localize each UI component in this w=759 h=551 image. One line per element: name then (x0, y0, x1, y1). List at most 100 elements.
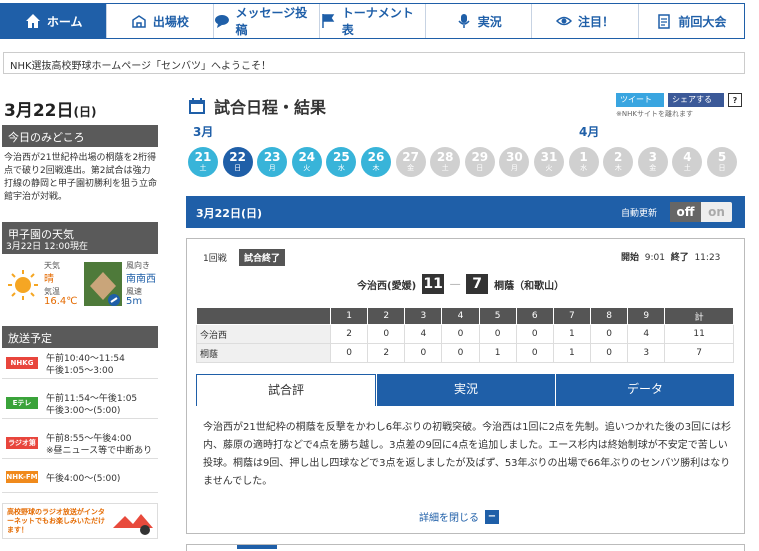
time-line: 午後4:00～(5:00) (46, 474, 121, 484)
broadcast-time: 午後4:00～(5:00) (46, 473, 120, 485)
nav-label: 注目！ (578, 14, 615, 29)
today-date: 3月22日(日) (4, 96, 96, 121)
tab-review[interactable]: 試合評 (196, 374, 376, 406)
nav-label: 出場校 (152, 14, 189, 29)
date-day-10[interactable]: 31 火 (534, 147, 564, 177)
day-number: 27 (402, 150, 419, 164)
weather-panel: 天気 晴 気温 16.4℃ 風向き 南南西 風速 5m (2, 256, 158, 316)
score-cell: 1 (552, 343, 591, 363)
nav-tournament[interactable]: トーナメント表 (318, 4, 425, 38)
column-header: 2 (367, 307, 406, 325)
time-line: 午後3:00～(5:00) (46, 406, 121, 416)
game-card: 1回戦 試合終了 開始 9:01 終了 11:23 今治西(愛媛) 11 ― 7… (186, 238, 745, 534)
midokoro-heading: 今日のみどころ (2, 125, 158, 147)
day-number: 3 (648, 150, 657, 164)
day-number: 23 (263, 150, 281, 164)
tab-live[interactable]: 実況 (376, 374, 555, 406)
broadcast-row[interactable]: NHKG 午前10:40～11:54 午後1:05～3:00 (2, 351, 158, 379)
auto-update-toggle[interactable]: off on (670, 202, 732, 222)
score-cell: 0 (441, 343, 480, 363)
date-day-12[interactable]: 2木 (603, 147, 634, 177)
date-day-6[interactable]: 27 金 (395, 147, 426, 177)
day-weekday: 水 (580, 164, 588, 172)
date-day-0[interactable]: 21 土 (188, 147, 218, 177)
wind-dir-value: 南南西 (126, 274, 156, 285)
start-time: 9:01 (644, 253, 665, 263)
nav-live[interactable]: 実況 (425, 4, 531, 38)
round-label: 1回戦 (203, 254, 227, 264)
day-number: 25 (333, 150, 350, 164)
share-note: ※NHKサイトを離れます (616, 110, 693, 118)
school-icon (132, 15, 146, 28)
eye-icon (556, 16, 573, 26)
clipboard-icon (658, 14, 671, 29)
date-day-14[interactable]: 4土 (672, 147, 703, 177)
date-day-13[interactable]: 3金 (637, 147, 668, 177)
score-cell: 1 (478, 343, 517, 363)
weather-value: 晴 (44, 274, 54, 285)
auto-update-label: 自動更新 (621, 209, 658, 219)
tweet-button[interactable]: ツイート (616, 93, 664, 107)
toggle-off[interactable]: off (670, 202, 701, 222)
day-number: 5 (717, 150, 727, 164)
date-day-15[interactable]: 5日 (707, 147, 737, 177)
date-day-1[interactable]: 22 日 (222, 147, 253, 177)
nav-message[interactable]: メッセージ投稿 (212, 4, 319, 38)
end-time: 11:23 (694, 253, 721, 263)
nav-label: 前回大会 (678, 14, 727, 29)
date-day-11[interactable]: 1水 (568, 147, 599, 177)
close-detail-link[interactable]: 詳細を閉じる − (419, 509, 499, 524)
broadcast-row[interactable]: ラジオ第1 午前8:55～午後4:00 ※昼ニュース等で中断あり (2, 431, 158, 459)
day-weekday: 木 (372, 164, 380, 172)
nav-schools[interactable]: 出場校 (106, 4, 212, 38)
score-cell: 0 (478, 324, 517, 344)
score-cell: 3 (627, 343, 666, 363)
nav-featured[interactable]: 注目！ (531, 4, 637, 38)
score-cell: 0 (441, 324, 480, 344)
channel-logo-fm: NHK-FM (6, 471, 38, 483)
tab-data[interactable]: データ (555, 374, 734, 406)
day-weekday: 木 (614, 164, 622, 172)
day-weekday: 日 (234, 164, 242, 172)
date-day-7[interactable]: 28 土 (430, 147, 461, 177)
game-times: 開始 9:01 終了 11:23 (621, 250, 720, 263)
date-day-9[interactable]: 30 月 (499, 147, 530, 177)
date-weekday: (日) (73, 105, 97, 119)
day-weekday: 月 (268, 164, 276, 172)
day-number: 28 (436, 150, 454, 164)
broadcast-row[interactable]: Eテレ 午前11:54～午後1:05 午後3:00～(5:00) (2, 391, 158, 419)
nav-home[interactable]: ホーム (1, 4, 107, 38)
home-team: 今治西(愛媛) (357, 280, 417, 292)
table-row: 今治西 2 0 4 0 0 0 1 0 4 11 (196, 324, 734, 344)
column-header (196, 307, 331, 325)
toggle-on[interactable]: on (701, 202, 732, 222)
date-day-3[interactable]: 24 火 (291, 147, 322, 177)
day-weekday: 土 (199, 164, 207, 172)
help-button[interactable]: ? (728, 93, 742, 107)
radio-internet-banner[interactable]: 高校野球のラジオ放送がインターネットでもお楽しみいただけます！ (2, 503, 158, 539)
score-cell: 0 (515, 343, 554, 363)
team-name-cell: 桐蔭 (196, 343, 331, 363)
facebook-share-button[interactable]: シェアする (668, 93, 724, 107)
game-report: 今治西が21世紀枠の桐蔭を反撃をかわし6年ぶりの初戦突破。今治西は1回に2点を先… (203, 422, 732, 487)
day-number: 31 (540, 150, 558, 164)
day-weekday: 土 (441, 164, 449, 172)
weather-time: 3月22日 12:00現在 (6, 242, 88, 252)
column-header: 7 (552, 307, 591, 325)
nav-previous[interactable]: 前回大会 (637, 4, 744, 38)
selected-date: 3月22日(日) (196, 207, 263, 220)
column-header: 6 (515, 307, 554, 325)
date-day-5[interactable]: 26 木 (361, 147, 391, 177)
score-cell: 4 (627, 324, 666, 344)
broadcast-time: 午前11:54～午後1:05 午後3:00～(5:00) (46, 393, 137, 417)
channel-logo-radio1: ラジオ第1 (6, 437, 38, 459)
date-day-8[interactable]: 29 日 (464, 147, 495, 177)
date-day-2[interactable]: 23 月 (257, 147, 288, 177)
nav-label: メッセージ投稿 (235, 6, 308, 37)
broadcast-row[interactable]: NHK-FM 午後4:00～(5:00) (2, 465, 158, 493)
date-bar: 3月22日(日) 自動更新 off on (186, 196, 745, 228)
table-header-row: 123456789計 (196, 307, 734, 325)
day-number: 29 (471, 150, 489, 164)
date-day-4[interactable]: 25 水 (326, 147, 357, 177)
day-number: 22 (229, 150, 246, 164)
